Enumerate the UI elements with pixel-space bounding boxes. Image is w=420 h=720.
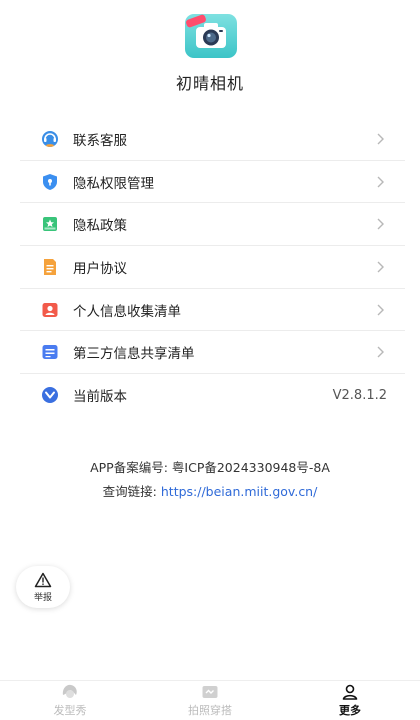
menu-item-label: 个人信息收集清单 bbox=[73, 303, 181, 320]
menu-item-personal-info-list[interactable]: 个人信息收集清单 bbox=[20, 289, 405, 332]
report-button[interactable]: 举报 bbox=[16, 566, 70, 608]
person-icon bbox=[40, 300, 60, 320]
app-logo bbox=[185, 14, 237, 58]
chevron-right-icon bbox=[377, 261, 384, 273]
record-number: 粤ICP备2024330948号-8A bbox=[171, 460, 330, 475]
report-label: 举报 bbox=[33, 592, 52, 603]
menu-item-label: 隐私权限管理 bbox=[73, 175, 154, 192]
tab-photo-outfit[interactable]: 拍照穿搭 bbox=[140, 681, 280, 720]
menu-item-label: 用户协议 bbox=[73, 260, 127, 277]
tab-more[interactable]: 更多 bbox=[280, 681, 420, 720]
menu-item-privacy-policy[interactable]: 隐私政策 bbox=[20, 203, 405, 247]
menu-item-label: 隐私政策 bbox=[73, 218, 127, 235]
chevron-right-icon bbox=[377, 176, 384, 188]
app-name: 初晴相机 bbox=[175, 74, 244, 93]
tab-label: 发型秀 bbox=[53, 704, 87, 717]
tab-hairstyle[interactable]: 发型秀 bbox=[0, 681, 140, 720]
user-icon bbox=[342, 684, 358, 700]
menu-item-privacy-permission[interactable]: 隐私权限管理 bbox=[20, 161, 405, 204]
app-header: 初晴相机 bbox=[0, 0, 420, 100]
menu-item-label: 当前版本 bbox=[73, 389, 127, 406]
menu-item-user-agreement[interactable]: 用户协议 bbox=[20, 246, 405, 289]
customer-service-icon bbox=[40, 129, 60, 149]
hair-icon bbox=[62, 684, 77, 698]
chevron-right-icon bbox=[377, 133, 384, 145]
version-icon bbox=[40, 385, 60, 405]
version-value: V2.8.1.2 bbox=[332, 387, 387, 403]
record-number-line: APP备案编号: 粤ICP备2024330948号-8A bbox=[0, 456, 420, 480]
record-label: APP备案编号: bbox=[90, 460, 168, 475]
menu-item-third-party-sharing[interactable]: 第三方信息共享清单 bbox=[20, 331, 405, 375]
menu-item-label: 第三方信息共享清单 bbox=[73, 346, 195, 363]
query-link[interactable]: https://beian.miit.gov.cn/ bbox=[161, 484, 317, 499]
menu-item-current-version[interactable]: 当前版本 V2.8.1.2 bbox=[20, 374, 405, 417]
filing-info: APP备案编号: 粤ICP备2024330948号-8A 查询链接: https… bbox=[0, 456, 420, 504]
chevron-right-icon bbox=[377, 304, 384, 316]
tab-label: 拍照穿搭 bbox=[188, 704, 232, 717]
chevron-right-icon bbox=[377, 218, 384, 230]
chevron-right-icon bbox=[377, 346, 384, 358]
list-icon bbox=[40, 342, 60, 362]
bottom-tab-bar: 发型秀 拍照穿搭 更多 bbox=[0, 680, 420, 720]
tab-label: 更多 bbox=[339, 704, 361, 717]
settings-menu: 联系客服 隐私权限管理 隐私政策 用户协议 个人信息收集清单 第三方信息共享清单… bbox=[20, 118, 405, 417]
query-label: 查询链接: bbox=[102, 484, 157, 499]
warning-icon bbox=[34, 572, 52, 587]
photo-outfit-icon bbox=[202, 686, 218, 698]
menu-item-contact-service[interactable]: 联系客服 bbox=[20, 118, 405, 161]
bookmark-icon bbox=[40, 214, 60, 234]
document-icon bbox=[40, 257, 60, 277]
shield-icon bbox=[40, 172, 60, 192]
query-link-line: 查询链接: https://beian.miit.gov.cn/ bbox=[0, 480, 420, 504]
menu-item-label: 联系客服 bbox=[73, 132, 127, 149]
